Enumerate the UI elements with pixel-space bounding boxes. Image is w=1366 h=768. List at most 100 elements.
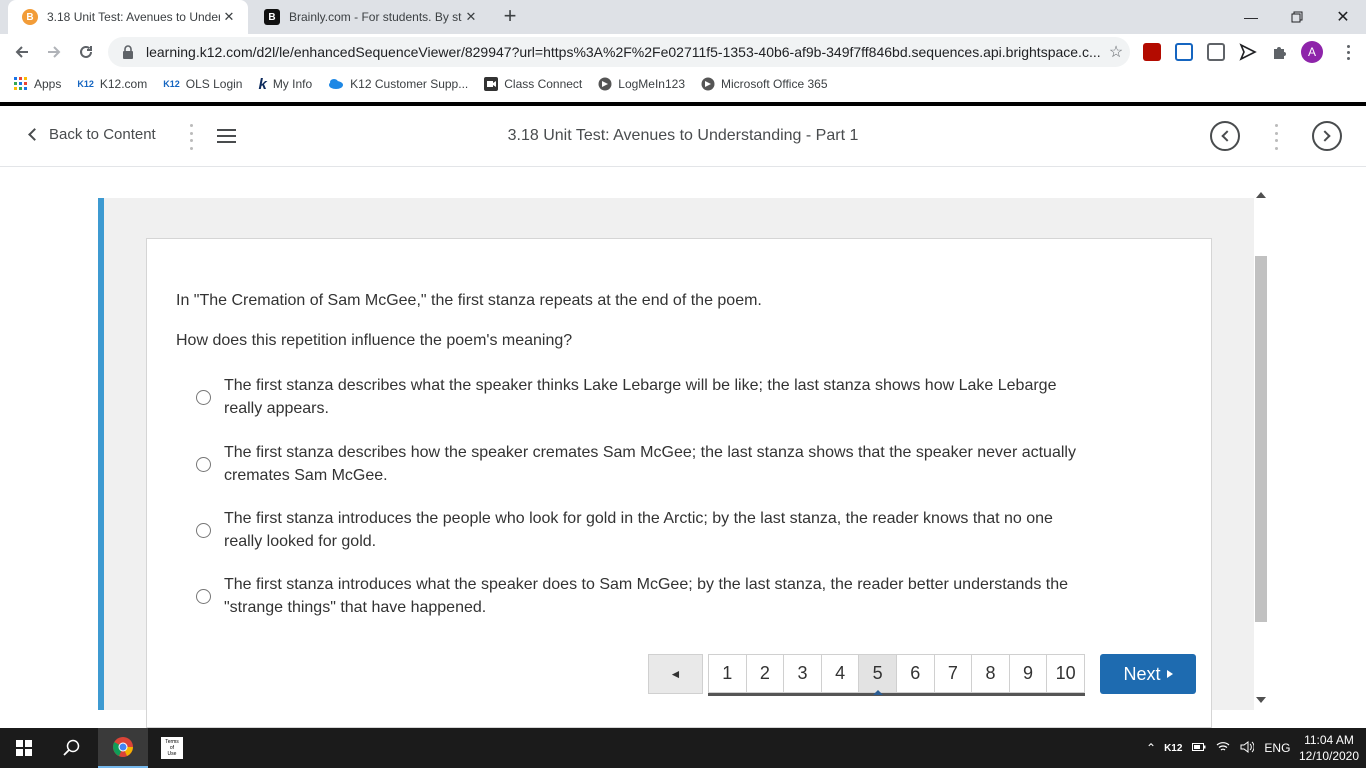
- cloud-icon: [328, 78, 344, 90]
- minimize-button[interactable]: —: [1228, 0, 1274, 34]
- answer-text: The first stanza describes how the speak…: [224, 444, 1076, 484]
- answer-radio[interactable]: [196, 522, 211, 538]
- chevron-left-icon: [1221, 130, 1233, 142]
- page-button-8[interactable]: 8: [971, 654, 1010, 693]
- new-tab-button[interactable]: +: [498, 5, 522, 29]
- terms-of-use-taskbar-button[interactable]: Terms of Use: [148, 728, 196, 768]
- reload-icon: [80, 45, 92, 58]
- bookmark-label: Microsoft Office 365: [721, 77, 828, 91]
- answer-text: The first stanza introduces the people w…: [224, 510, 1053, 550]
- answer-text: The first stanza describes what the spea…: [224, 377, 1057, 417]
- send-extension-icon[interactable]: [1239, 43, 1257, 61]
- page-button-4[interactable]: 4: [820, 654, 860, 693]
- system-tray: ⌃ K12 ENG: [1146, 728, 1290, 768]
- tab-title: Brainly.com - For students. By stu: [289, 10, 462, 24]
- close-window-button[interactable]: ✕: [1320, 0, 1366, 34]
- back-to-content-label: Back to Content: [49, 126, 156, 143]
- clock-date: 12/10/2020: [1298, 749, 1360, 763]
- bookmark-my-info[interactable]: k My Info: [258, 76, 312, 93]
- brainly-tab-icon: B: [264, 9, 280, 25]
- globe-icon: [701, 77, 715, 91]
- forward-button[interactable]: [41, 39, 67, 65]
- question-pager: 1 2 3 4 5 6 7 8 9 10: [708, 654, 1085, 696]
- answer-radio[interactable]: [196, 389, 211, 405]
- bookmark-ols-login[interactable]: K12 OLS Login: [163, 77, 242, 91]
- k12-icon: K12: [163, 79, 180, 89]
- page-button-2[interactable]: 2: [745, 654, 785, 693]
- page-button-7[interactable]: 7: [933, 654, 973, 693]
- page-button-6[interactable]: 6: [895, 654, 935, 693]
- extensions-puzzle-icon[interactable]: [1271, 43, 1289, 61]
- chrome-taskbar-button[interactable]: [98, 728, 148, 768]
- content-header: Back to Content 3.18 Unit Test: Avenues …: [0, 106, 1366, 167]
- video-extension-icon[interactable]: [1175, 43, 1193, 61]
- bookmark-class-connect[interactable]: Class Connect: [484, 77, 582, 91]
- bookmark-label: LogMeIn123: [618, 77, 686, 91]
- close-tab-icon[interactable]: ✕: [220, 9, 238, 25]
- page-button-9[interactable]: 9: [1008, 654, 1048, 693]
- content-scrollbar[interactable]: [1254, 189, 1268, 707]
- k12-tab-icon: B: [22, 9, 38, 25]
- bookmark-customer-support[interactable]: K12 Customer Supp...: [328, 77, 468, 91]
- search-button[interactable]: [48, 728, 96, 768]
- answer-option-4[interactable]: The first stanza introduces what the spe…: [196, 573, 1146, 619]
- browser-menu-icon[interactable]: [1338, 42, 1358, 62]
- divider-dots: [1274, 124, 1278, 150]
- taskbar-clock[interactable]: 11:04 AM 12/10/2020: [1298, 732, 1360, 764]
- lock-icon: [122, 45, 134, 59]
- volume-icon[interactable]: [1240, 740, 1256, 756]
- bookmark-label: My Info: [272, 77, 313, 91]
- page-button-1[interactable]: 1: [708, 654, 747, 693]
- scroll-down-arrow-icon[interactable]: [1256, 697, 1266, 703]
- page-button-5-current[interactable]: 5: [858, 654, 897, 695]
- page-button-3[interactable]: 3: [783, 654, 822, 693]
- bookmark-apps[interactable]: Apps: [14, 77, 61, 91]
- start-button[interactable]: [0, 728, 48, 768]
- answer-option-3[interactable]: The first stanza introduces the people w…: [196, 507, 1146, 553]
- next-label: Next: [1123, 663, 1161, 684]
- bookmark-office-365[interactable]: Microsoft Office 365: [701, 77, 828, 91]
- question-prompt: In "The Cremation of Sam McGee," the fir…: [176, 292, 762, 309]
- answer-option-1[interactable]: The first stanza describes what the spea…: [196, 374, 1146, 420]
- k12-icon: K12: [77, 79, 94, 89]
- scroll-up-arrow-icon[interactable]: [1256, 192, 1266, 198]
- chevron-right-icon: [1319, 130, 1331, 142]
- previous-topic-button[interactable]: [1210, 121, 1240, 151]
- pager-previous-button[interactable]: ◄: [648, 654, 703, 694]
- next-question-button[interactable]: Next: [1100, 654, 1196, 694]
- wifi-icon[interactable]: [1216, 741, 1230, 756]
- tab-title: 3.18 Unit Test: Avenues to Under: [47, 10, 220, 24]
- bookmark-label: K12.com: [99, 77, 148, 91]
- close-tab-icon[interactable]: ✕: [462, 9, 480, 25]
- answer-radio[interactable]: [196, 588, 211, 604]
- back-button[interactable]: [9, 39, 35, 65]
- address-bar[interactable]: learning.k12.com/d2l/le/enhancedSequence…: [108, 37, 1130, 67]
- bookmark-k12[interactable]: K12 K12.com: [77, 77, 147, 91]
- scrollbar-thumb[interactable]: [1255, 256, 1267, 622]
- screencast-extension-icon[interactable]: [1207, 43, 1225, 61]
- restore-button[interactable]: [1274, 0, 1320, 34]
- reload-button[interactable]: [73, 39, 99, 65]
- table-of-contents-menu-icon[interactable]: [217, 129, 236, 143]
- play-right-icon: [1166, 670, 1173, 678]
- next-topic-button[interactable]: [1312, 121, 1342, 151]
- answer-option-2[interactable]: The first stanza describes how the speak…: [196, 441, 1146, 487]
- page-button-10[interactable]: 10: [1046, 654, 1085, 693]
- chevron-up-icon[interactable]: ⌃: [1146, 741, 1156, 755]
- back-to-content-link[interactable]: Back to Content: [26, 126, 156, 143]
- bookmark-label: Class Connect: [504, 77, 583, 91]
- answer-text: The first stanza introduces what the spe…: [224, 576, 1069, 616]
- acrobat-extension-icon[interactable]: [1143, 43, 1161, 61]
- bookmarks-bar: Apps K12 K12.com K12 OLS Login k My Info…: [0, 70, 1366, 98]
- k12-tray-icon[interactable]: K12: [1164, 743, 1182, 754]
- profile-avatar[interactable]: A: [1301, 41, 1323, 63]
- answer-radio[interactable]: [196, 456, 211, 472]
- bookmark-star-icon[interactable]: ☆: [1102, 42, 1130, 62]
- battery-icon[interactable]: [1192, 741, 1206, 755]
- apps-grid-icon: [14, 77, 28, 91]
- language-indicator[interactable]: ENG: [1264, 741, 1290, 755]
- tab-unit-test[interactable]: B 3.18 Unit Test: Avenues to Under ✕: [8, 0, 248, 34]
- chevron-left-icon: [28, 128, 41, 141]
- tab-brainly[interactable]: B Brainly.com - For students. By stu ✕: [250, 0, 490, 34]
- bookmark-logmein[interactable]: LogMeIn123: [598, 77, 685, 91]
